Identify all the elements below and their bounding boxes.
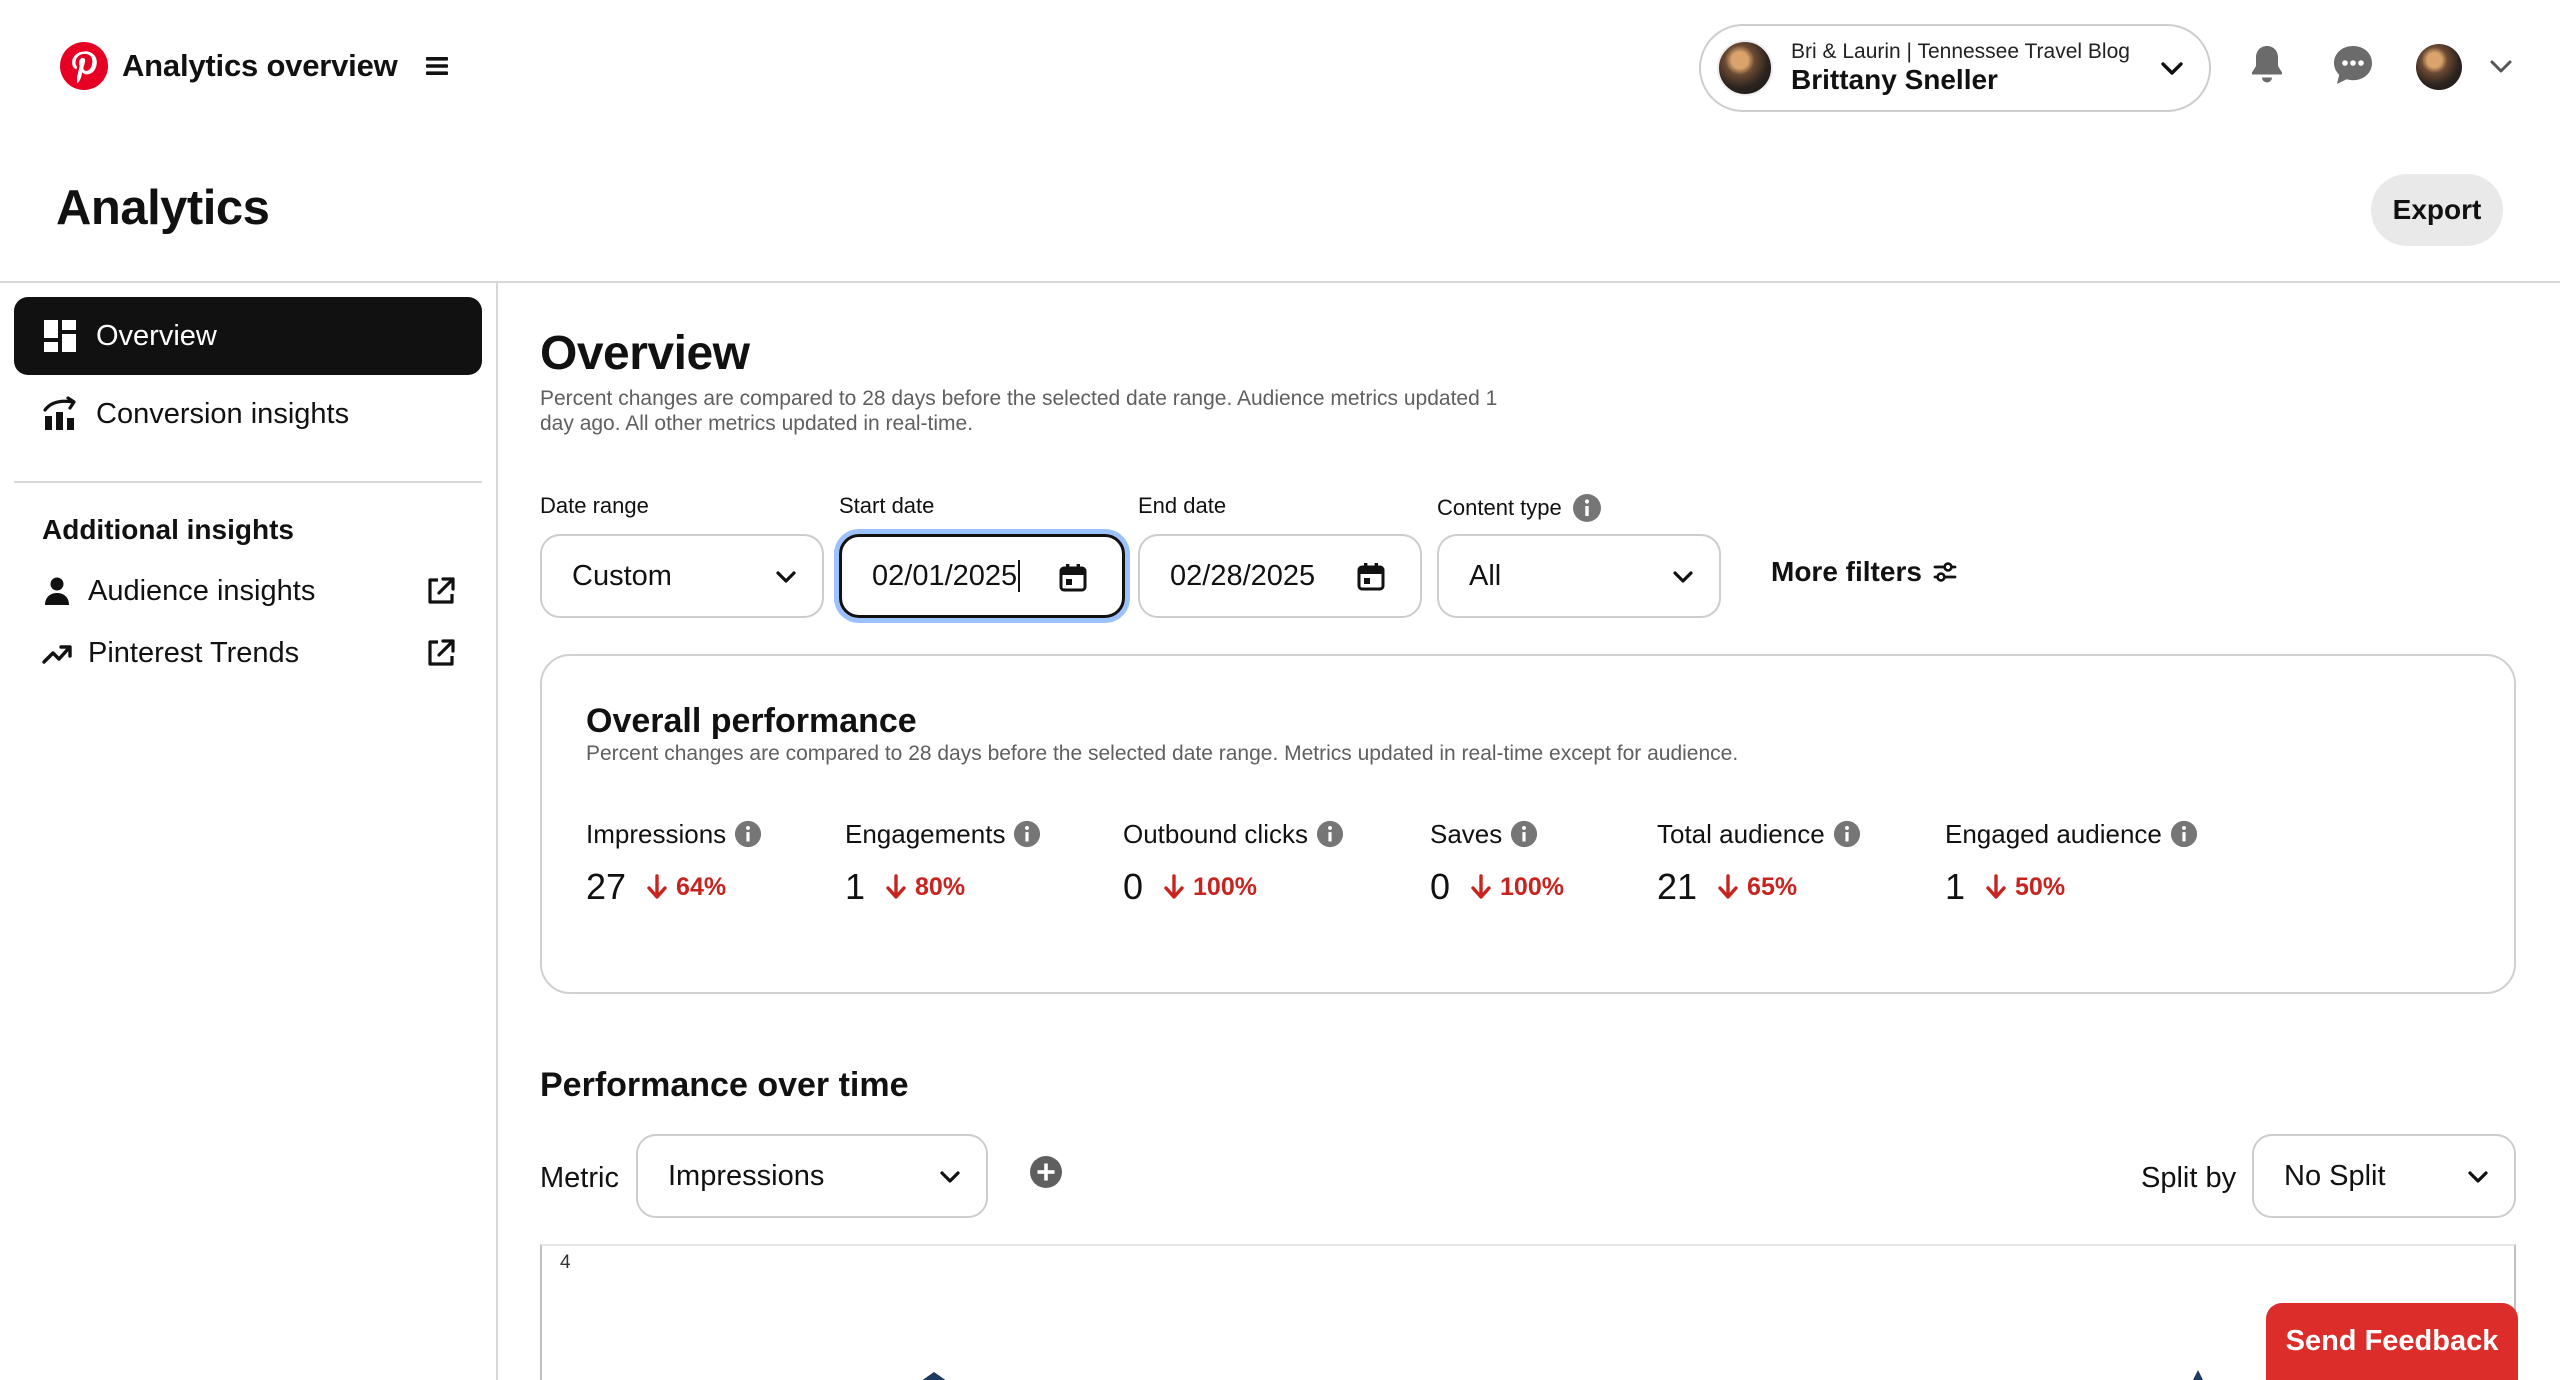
content-type-label: Content type xyxy=(1437,493,1602,523)
overall-performance-card: Overall performance Percent changes are … xyxy=(540,654,2516,994)
sidebar-item-label: Pinterest Trends xyxy=(88,636,300,669)
sidebar-item-label: Audience insights xyxy=(88,574,316,607)
overview-description: Percent changes are compared to 28 days … xyxy=(540,387,1498,435)
overview-title: Overview xyxy=(540,327,750,380)
end-date-label: End date xyxy=(1138,493,1227,518)
header-divider xyxy=(0,281,2560,283)
trend-arrow-icon xyxy=(42,645,72,664)
more-filters-button[interactable]: More filters xyxy=(1771,556,1958,588)
profile-avatar[interactable] xyxy=(2416,44,2462,90)
messages-icon[interactable] xyxy=(2328,40,2378,90)
external-link-icon[interactable] xyxy=(426,638,456,668)
metric-outbound-clicks[interactable]: Outbound clicks 0 100% xyxy=(1123,816,1344,908)
info-icon[interactable] xyxy=(734,820,762,848)
hamburger-menu-icon[interactable] xyxy=(420,49,454,83)
metric-value: 1 xyxy=(845,866,866,907)
overall-performance-description: Percent changes are compared to 28 days … xyxy=(586,742,1739,765)
chevron-down-icon xyxy=(1673,571,1693,583)
metric-total-audience[interactable]: Total audience 21 65% xyxy=(1657,816,1861,908)
info-icon[interactable] xyxy=(1510,820,1538,848)
metric-change: 100% xyxy=(1470,873,1564,902)
sidebar-separator xyxy=(14,481,482,483)
chevron-down-icon[interactable] xyxy=(2488,54,2514,80)
person-icon xyxy=(45,577,69,605)
external-link-icon[interactable] xyxy=(426,576,456,606)
date-range-select[interactable]: Custom xyxy=(540,534,824,618)
metric-value: 0 xyxy=(1123,866,1144,907)
info-icon[interactable] xyxy=(1013,820,1041,848)
calendar-icon[interactable] xyxy=(1356,562,1386,592)
info-icon[interactable] xyxy=(1572,493,1602,523)
sidebar-divider xyxy=(496,283,498,1380)
send-feedback-button[interactable]: Send Feedback xyxy=(2266,1303,2518,1380)
metric-engagements[interactable]: Engagements 1 80% xyxy=(845,816,1041,908)
metric-change: 64% xyxy=(646,873,726,902)
info-icon[interactable] xyxy=(1316,820,1344,848)
brand: Analytics overview xyxy=(60,42,454,90)
end-date-input[interactable]: 02/28/2025 xyxy=(1138,534,1422,618)
split-by-select[interactable]: No Split xyxy=(2252,1134,2516,1218)
text-cursor xyxy=(1018,560,1021,592)
app-title: Analytics overview xyxy=(122,48,398,83)
chevron-down-icon xyxy=(940,1171,960,1183)
metric-select[interactable]: Impressions xyxy=(636,1134,988,1218)
sidebar-item-pinterest-trends[interactable]: Pinterest Trends xyxy=(42,628,456,678)
account-user-name: Brittany Sneller xyxy=(1791,63,1998,95)
metric-value: 1 xyxy=(1945,866,1966,907)
account-avatar xyxy=(1717,40,1773,96)
metric-change: 80% xyxy=(885,873,965,902)
top-header: Analytics overview Bri & Laurin | Tennes… xyxy=(0,0,2560,136)
content-type-select[interactable]: All xyxy=(1437,534,1721,618)
arrow-down-icon xyxy=(1164,874,1184,899)
metric-change: 65% xyxy=(1717,873,1797,902)
sidebar-item-audience-insights[interactable]: Audience insights xyxy=(42,566,456,616)
info-icon[interactable] xyxy=(2170,820,2198,848)
chart-line-peaks xyxy=(922,1370,2203,1380)
split-by-label: Split by xyxy=(2141,1162,2237,1194)
metric-change: 100% xyxy=(1163,873,1257,902)
arrow-down-icon xyxy=(1471,874,1491,899)
page-title: Analytics xyxy=(56,181,270,235)
metric-select-label: Metric xyxy=(540,1162,619,1194)
metric-value: 21 xyxy=(1657,866,1698,907)
performance-chart: 4 xyxy=(540,1244,2516,1380)
additional-insights-heading: Additional insights xyxy=(42,514,294,545)
performance-over-time-title: Performance over time xyxy=(540,1066,909,1104)
arrow-down-icon xyxy=(1986,874,2006,899)
metric-saves[interactable]: Saves 0 100% xyxy=(1430,816,1564,908)
account-business-name: Bri & Laurin | Tennessee Travel Blog xyxy=(1791,39,2130,63)
conversion-chart-icon xyxy=(43,396,76,430)
arrow-down-icon xyxy=(886,874,906,899)
calendar-icon[interactable] xyxy=(1058,563,1088,593)
overall-performance-title: Overall performance xyxy=(586,702,917,740)
sidebar-item-label: Conversion insights xyxy=(96,397,350,430)
sidebar-item-overview[interactable]: Overview xyxy=(14,297,482,375)
metric-change: 50% xyxy=(1985,873,2065,902)
info-icon[interactable] xyxy=(1833,820,1861,848)
arrow-down-icon xyxy=(647,874,667,899)
sidebar-item-conversion-insights[interactable]: Conversion insights xyxy=(14,375,482,453)
start-date-label: Start date xyxy=(839,493,935,518)
account-switcher[interactable]: Bri & Laurin | Tennessee Travel Blog Bri… xyxy=(1699,24,2211,112)
arrow-down-icon xyxy=(1718,874,1738,899)
metric-value: 0 xyxy=(1430,866,1451,907)
sidebar-item-label: Overview xyxy=(96,319,217,352)
dashboard-icon xyxy=(44,320,76,352)
chevron-down-icon xyxy=(2468,1171,2488,1183)
pinterest-logo-icon[interactable] xyxy=(60,42,108,90)
chevron-down-icon xyxy=(776,571,796,583)
chevron-down-icon xyxy=(2161,62,2183,75)
add-metric-plus-icon[interactable] xyxy=(1029,1155,1063,1189)
start-date-input[interactable]: 02/01/2025 xyxy=(839,534,1125,618)
metric-impressions[interactable]: Impressions 27 64% xyxy=(586,816,762,908)
metric-value: 27 xyxy=(586,866,627,907)
date-range-label: Date range xyxy=(540,493,649,518)
metric-engaged-audience[interactable]: Engaged audience 1 50% xyxy=(1945,816,2198,908)
export-button[interactable]: Export xyxy=(2371,174,2503,246)
filter-sliders-icon xyxy=(1933,562,1957,582)
notifications-bell-icon[interactable] xyxy=(2242,40,2292,90)
